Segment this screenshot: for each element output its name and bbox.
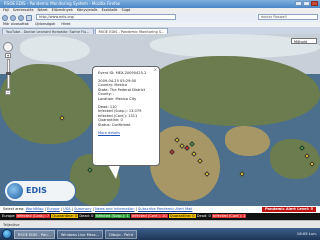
map-middle-east (225, 126, 270, 156)
forward-arrow-icon[interactable] (10, 14, 16, 21)
zoom-out-button[interactable]: − (5, 90, 11, 95)
start-button[interactable] (2, 229, 12, 239)
ticker-item: Infected (Conf.): 7 (15, 214, 51, 218)
address-bar[interactable] (36, 14, 176, 20)
map-south-asia (270, 139, 320, 179)
navigation-toolbar (0, 13, 320, 22)
ticker-item: Dead: 0 (196, 214, 211, 218)
outbreak-marker-icon[interactable] (239, 171, 245, 177)
maximize-button[interactable] (303, 1, 310, 6)
select-area-label: Select area: (3, 207, 26, 211)
popup-pointer (108, 165, 120, 179)
news-ticker: Europe Infected (Conf.): 7 Quarantine: 0… (0, 213, 320, 220)
map-africa (150, 126, 220, 201)
link-summary[interactable]: Summary (74, 207, 91, 211)
map-north-america (0, 64, 95, 144)
tab-strip: YouTube - Doctor Leonard Horowitz: Swine… (0, 27, 320, 35)
map-view[interactable]: Műhold + − × Event ID: MEX-20090425-2 20… (0, 34, 320, 206)
ticker-item: Infected (Susp.): 1 (94, 214, 130, 218)
link-europe[interactable]: Europe (47, 207, 60, 211)
event-info-popup: × Event ID: MEX-20090425-2 2009-04-25 05… (92, 66, 160, 166)
search-input[interactable] (258, 14, 318, 20)
home-icon[interactable] (26, 14, 32, 21)
map-greenland (20, 36, 90, 62)
zoom-slider-thumb[interactable] (5, 72, 11, 75)
ticker-item: Quarantine: 0 (168, 214, 196, 218)
pandemic-alert-level-badge: Pandemic Alert Level: 5 (261, 207, 316, 212)
back-arrow-icon[interactable] (2, 14, 8, 21)
windows-taskbar: RSOE EDIS - Pan... Windows Live Mess... … (0, 228, 320, 240)
more-details-link[interactable]: More details (98, 131, 154, 136)
taskbar-clock: 16:05 Lun. (296, 231, 317, 236)
taskbar-item-messenger[interactable]: Windows Live Mess... (56, 229, 104, 239)
link-worldmap[interactable]: WorldMap (26, 207, 44, 211)
map-type-dropdown[interactable]: Műhold (291, 38, 317, 44)
taskbar-item-paint[interactable]: Dibujo - Paint (105, 229, 138, 239)
link-usa[interactable]: USA (63, 207, 70, 211)
edis-logo: EDIS (4, 180, 76, 202)
zoom-in-button[interactable]: + (5, 53, 11, 58)
event-id: Event ID: MEX-20090425-2 (98, 71, 147, 75)
taskbar-item-firefox[interactable]: RSOE EDIS - Pan... (14, 229, 55, 239)
browser-status-bar: Teljesítve (0, 220, 320, 228)
minimize-button[interactable] (295, 1, 302, 6)
ticker-item: Europe (2, 214, 15, 218)
pan-control-icon[interactable] (3, 42, 13, 52)
link-subscribe[interactable]: Subscribe Pandemic Alert Mail (138, 207, 192, 211)
ticker-item: Quarantine: 0 (51, 214, 79, 218)
window-title: RSOE EDIS - Pandemic Monitoring System -… (4, 1, 121, 6)
zoom-slider[interactable] (5, 59, 11, 89)
zoom-control: + − (3, 42, 13, 102)
close-window-button[interactable] (311, 1, 318, 6)
link-news[interactable]: News and Information (95, 207, 135, 211)
popup-close-icon[interactable]: × (154, 67, 157, 73)
area-links-bar: Select area: WorldMap | Europe | USA | S… (0, 206, 320, 213)
ticker-item: Infected (Conf.): 1 (212, 214, 247, 218)
window-titlebar: RSOE EDIS - Pandemic Monitoring System -… (0, 0, 320, 8)
reload-icon[interactable] (18, 14, 24, 21)
status-text: Teljesítve (3, 223, 20, 227)
ticker-item: Dead: 0 (79, 214, 94, 218)
ticker-item: Infected (Conf.): 10 (130, 214, 168, 218)
edis-logo-text: EDIS (26, 186, 47, 195)
globe-icon (7, 183, 23, 199)
window-controls (295, 1, 318, 6)
